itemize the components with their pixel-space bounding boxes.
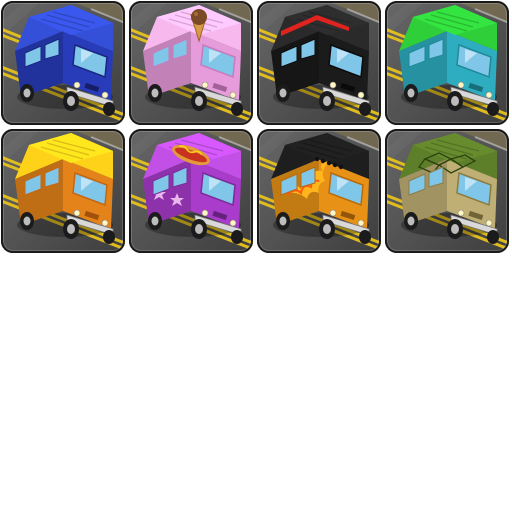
vehicle-tile-ice-cream-van[interactable]	[129, 1, 253, 125]
vehicle-tile-flame-van[interactable]	[257, 129, 381, 253]
ice-cream-van-sprite	[143, 5, 243, 116]
purple-hotdog-van-sprite	[143, 133, 243, 244]
vehicle-grid	[1, 1, 511, 254]
vehicle-tile-yellow-orange-van[interactable]	[1, 129, 125, 253]
vehicle-tile-black-van-red-stripe[interactable]	[257, 1, 381, 125]
vehicle-sprite-sheet	[0, 0, 512, 512]
vehicle-tile-turtle-shell-van[interactable]	[385, 129, 509, 253]
black-van-red-stripe-sprite	[271, 5, 371, 116]
blue-van-sprite	[15, 5, 115, 116]
turtle-shell-van-sprite	[399, 133, 499, 244]
flame-van-sprite	[271, 133, 371, 244]
vehicle-tile-blue-van[interactable]	[1, 1, 125, 125]
yellow-orange-van-sprite	[15, 133, 115, 244]
green-teal-van-sprite	[399, 5, 499, 116]
vehicle-tile-green-teal-van[interactable]	[385, 1, 509, 125]
vehicle-tile-purple-hotdog-van[interactable]	[129, 129, 253, 253]
